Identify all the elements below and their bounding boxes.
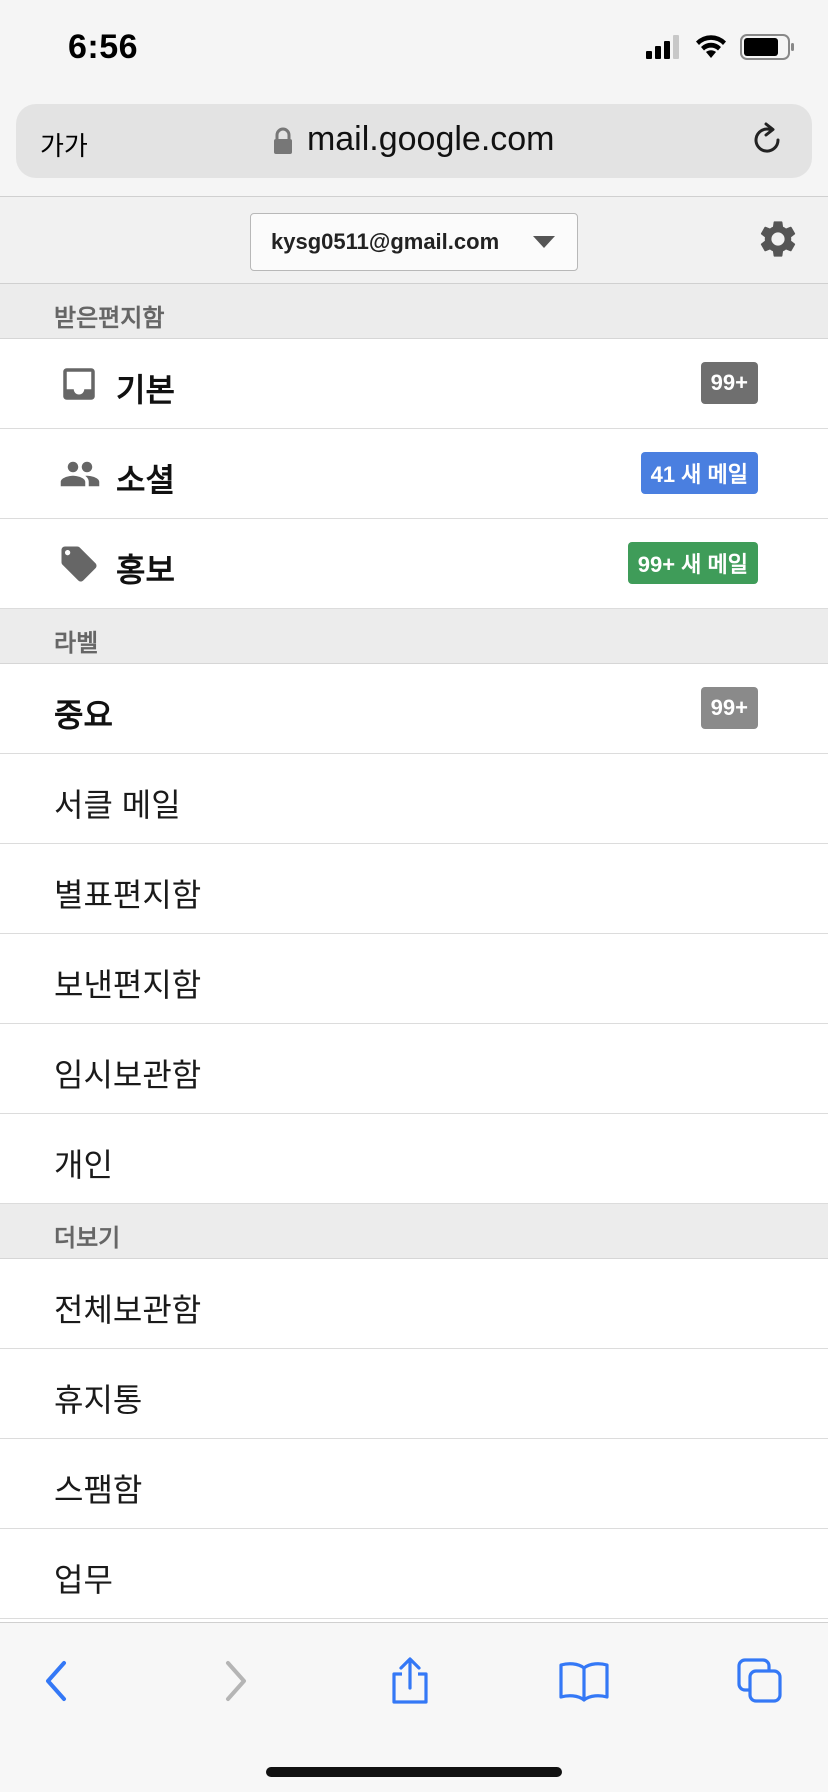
battery-icon <box>740 34 794 60</box>
account-switcher[interactable]: kysg0511@gmail.com <box>250 213 578 271</box>
category-item-social[interactable]: 소셜 41 새 메일 <box>0 429 828 519</box>
unread-count-badge: 99+ <box>700 687 758 729</box>
category-item-primary[interactable]: 기본 99+ <box>0 339 828 429</box>
label-item-sent[interactable]: 보낸편지함 <box>0 934 828 1024</box>
wifi-icon <box>696 35 726 58</box>
people-icon <box>58 453 102 500</box>
label-item-circle-mail[interactable]: 서클 메일 <box>0 754 828 844</box>
new-mail-badge: 41 새 메일 <box>640 452 758 494</box>
screen: 6:56 가가 mail.google.com kysg0511@gmail.c… <box>0 0 828 1792</box>
reload-icon <box>754 122 780 153</box>
label-name: 휴지통 <box>54 1382 143 1418</box>
section-title: 받은편지함 <box>54 305 165 332</box>
chevron-left-icon <box>46 1661 66 1701</box>
caret-down-icon <box>533 236 555 248</box>
status-icons <box>646 34 796 60</box>
url-text: mail.google.com <box>306 120 555 158</box>
inbox-icon <box>58 363 100 410</box>
section-title: 더보기 <box>54 1225 121 1252</box>
forward-button[interactable] <box>200 1651 270 1711</box>
label-item-drafts[interactable]: 임시보관함 <box>0 1024 828 1114</box>
status-time: 6:56 <box>68 28 139 66</box>
label-name: 임시보관함 <box>54 1057 202 1093</box>
home-indicator <box>266 1767 562 1777</box>
tag-icon <box>58 543 100 590</box>
label-name: 중요 <box>54 697 113 733</box>
url-display[interactable]: mail.google.com <box>16 120 812 159</box>
label-name: 별표편지함 <box>54 877 202 913</box>
share-icon <box>392 1657 428 1704</box>
share-button[interactable] <box>375 1651 445 1711</box>
tabs-button[interactable] <box>725 1651 795 1711</box>
back-button[interactable] <box>22 1651 92 1711</box>
more-item-work[interactable]: 업무 <box>0 1529 828 1619</box>
browser-address-area: 가가 mail.google.com <box>0 96 828 196</box>
label-name: 개인 <box>54 1147 113 1183</box>
more-item-spam[interactable]: 스팸함 <box>0 1439 828 1529</box>
label-item-personal[interactable]: 개인 <box>0 1114 828 1204</box>
bookmarks-button[interactable] <box>549 1651 619 1711</box>
category-label: 소셜 <box>116 462 175 498</box>
unread-count-badge: 99+ <box>700 362 758 404</box>
label-item-starred[interactable]: 별표편지함 <box>0 844 828 934</box>
account-bar: kysg0511@gmail.com <box>0 196 828 284</box>
section-header-labels: 라벨 <box>0 609 828 664</box>
label-item-important[interactable]: 중요 99+ <box>0 664 828 754</box>
label-name: 스팸함 <box>54 1472 143 1508</box>
new-mail-badge: 99+ 새 메일 <box>627 542 758 584</box>
address-bar[interactable]: 가가 mail.google.com <box>16 104 812 178</box>
label-name: 전체보관함 <box>54 1292 202 1328</box>
status-bar: 6:56 <box>0 0 828 96</box>
section-title: 라벨 <box>54 630 99 657</box>
more-item-all-mail[interactable]: 전체보관함 <box>0 1259 828 1349</box>
settings-button[interactable] <box>756 217 800 266</box>
account-email: kysg0511@gmail.com <box>271 229 500 254</box>
more-item-trash[interactable]: 휴지통 <box>0 1349 828 1439</box>
reload-button[interactable] <box>748 120 786 165</box>
section-header-inbox: 받은편지함 <box>0 284 828 339</box>
label-name: 서클 메일 <box>54 787 181 823</box>
label-name: 업무 <box>54 1562 113 1598</box>
cellular-signal-icon <box>646 35 679 59</box>
section-header-more: 더보기 <box>0 1204 828 1259</box>
category-label: 기본 <box>116 372 175 408</box>
gear-icon <box>760 221 796 257</box>
browser-toolbar <box>0 1622 828 1792</box>
book-icon <box>559 1662 609 1702</box>
tabs-icon <box>737 1658 782 1703</box>
category-item-promotions[interactable]: 홍보 99+ 새 메일 <box>0 519 828 609</box>
category-label: 홍보 <box>116 552 175 588</box>
chevron-right-icon <box>226 1661 246 1701</box>
label-name: 보낸편지함 <box>54 967 202 1003</box>
lock-icon <box>274 127 293 155</box>
